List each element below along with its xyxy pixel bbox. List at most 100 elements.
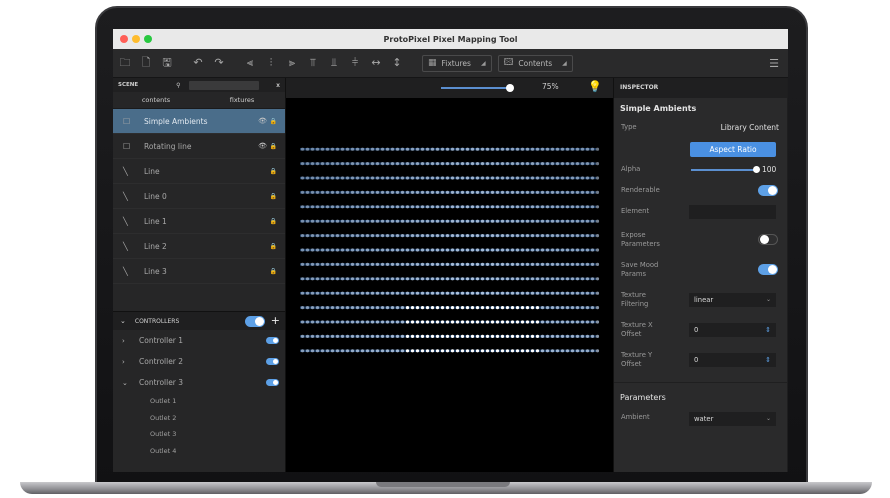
led-pixel <box>465 349 470 353</box>
texture-x-input[interactable]: 0 ⇕ <box>689 323 776 337</box>
ambient-select[interactable]: water ⌄ <box>689 412 776 426</box>
led-pixel <box>430 291 435 295</box>
distribute-horizontal-icon[interactable]: ↔ <box>370 57 382 69</box>
stepper-icon[interactable]: ⇕ <box>765 353 771 367</box>
alpha-slider-handle[interactable] <box>753 166 760 173</box>
chevron-right-icon[interactable]: › <box>122 337 132 345</box>
led-pixel <box>320 306 325 310</box>
controller-label: Controller 3 <box>139 378 184 387</box>
led-pixel <box>470 205 475 209</box>
zoom-slider-track[interactable] <box>441 87 513 89</box>
led-pixel <box>475 176 480 180</box>
align-top-icon[interactable]: ⫪ <box>307 57 319 69</box>
undo-icon[interactable]: ↶ <box>192 57 204 69</box>
lock-icon[interactable]: 🔒 <box>270 193 277 200</box>
led-pixel <box>440 190 445 194</box>
outlet-item[interactable]: Outlet 1 <box>113 393 285 410</box>
chevron-right-icon[interactable]: › <box>122 358 132 366</box>
lock-icon[interactable]: 🔒 <box>270 243 277 250</box>
maximize-window-button[interactable] <box>144 35 152 43</box>
led-pixel <box>440 248 445 252</box>
lock-icon[interactable]: 🔒 <box>270 143 277 150</box>
add-controller-icon[interactable]: + <box>271 314 280 327</box>
tab-contents[interactable]: contents <box>113 92 199 108</box>
lock-icon[interactable]: 🔒 <box>270 268 277 275</box>
led-pixel <box>500 349 505 353</box>
save-mood-toggle[interactable] <box>758 264 778 275</box>
zoom-slider-handle[interactable] <box>506 84 514 92</box>
viewport[interactable]: 75% 💡 <box>286 78 613 472</box>
controller-item[interactable]: › Controller 1 <box>113 330 285 351</box>
led-pixel <box>540 248 545 252</box>
lock-icon[interactable]: 🔒 <box>270 118 277 125</box>
led-pixel <box>520 334 525 338</box>
align-left-icon[interactable]: ⫷ <box>244 57 256 69</box>
aspect-ratio-button[interactable]: Aspect Ratio <box>690 142 776 157</box>
texture-filtering-select[interactable]: linear ⌄ <box>689 293 776 307</box>
scene-item[interactable]: ╲ Line 🔒 <box>113 159 285 184</box>
led-pixel <box>560 162 565 166</box>
led-pixel <box>515 176 520 180</box>
scene-item[interactable]: ╲ Line 2 🔒 <box>113 234 285 259</box>
led-pixel <box>370 334 375 338</box>
clear-search-icon[interactable]: x <box>276 82 280 89</box>
open-folder-icon[interactable]: 🗀 <box>119 57 131 69</box>
controller-toggle[interactable] <box>266 337 279 344</box>
led-pixel <box>555 277 560 281</box>
controllers-header[interactable]: ⌄ CONTROLLERS + <box>113 311 285 330</box>
close-window-button[interactable] <box>120 35 128 43</box>
led-pixel <box>515 349 520 353</box>
outlet-item[interactable]: Outlet 3 <box>113 426 285 443</box>
led-pixel <box>300 262 305 266</box>
expose-parameters-toggle[interactable] <box>758 234 778 245</box>
texture-y-input[interactable]: 0 ⇕ <box>689 353 776 367</box>
renderable-toggle[interactable] <box>758 185 778 196</box>
tab-fixtures[interactable]: fixtures <box>199 92 285 108</box>
scene-item[interactable]: ☐ Rotating line 👁 🔒 <box>113 134 285 159</box>
led-pixel <box>430 262 435 266</box>
visibility-icon[interactable]: 👁 <box>258 142 267 150</box>
fixtures-dropdown[interactable]: ▦ Fixtures ◢ <box>422 54 492 72</box>
visibility-icon[interactable]: 👁 <box>258 117 267 125</box>
led-pixel <box>445 234 450 238</box>
align-center-icon[interactable]: ⫶ <box>265 57 277 69</box>
led-pixel <box>560 306 565 310</box>
settings-sliders-icon[interactable]: ☰ <box>769 57 779 70</box>
controller-toggle[interactable] <box>266 379 279 386</box>
scene-item[interactable]: ☐ Simple Ambients 👁 🔒 <box>113 109 285 134</box>
scene-item[interactable]: ╲ Line 3 🔒 <box>113 259 285 284</box>
led-pixel <box>395 176 400 180</box>
led-pixel <box>375 219 380 223</box>
align-bottom-icon[interactable]: ⫩ <box>349 57 361 69</box>
align-middle-icon[interactable]: ⫫ <box>328 57 340 69</box>
controller-item[interactable]: ⌄ Controller 3 <box>113 372 285 393</box>
alpha-slider-track[interactable] <box>691 169 755 171</box>
led-pixel <box>405 320 410 324</box>
save-icon[interactable]: 🖫 <box>161 57 173 69</box>
redo-icon[interactable]: ↷ <box>213 57 225 69</box>
distribute-vertical-icon[interactable]: ↕ <box>391 57 403 69</box>
led-pixel <box>490 219 495 223</box>
controller-toggle[interactable] <box>266 358 279 365</box>
lightbulb-icon[interactable]: 💡 <box>588 80 602 93</box>
stepper-icon[interactable]: ⇕ <box>765 323 771 337</box>
led-pixel <box>520 234 525 238</box>
new-file-icon[interactable]: 🗋 <box>140 57 152 69</box>
lock-icon[interactable]: 🔒 <box>270 218 277 225</box>
chevron-down-icon[interactable]: ⌄ <box>122 379 132 387</box>
minimize-window-button[interactable] <box>132 35 140 43</box>
scene-item[interactable]: ╲ Line 0 🔒 <box>113 184 285 209</box>
controllers-toggle[interactable] <box>245 316 265 327</box>
controller-item[interactable]: › Controller 2 <box>113 351 285 372</box>
contents-dropdown[interactable]: 🖾 Contents ◢ <box>497 54 573 72</box>
outlet-item[interactable]: Outlet 2 <box>113 410 285 427</box>
align-right-icon[interactable]: ⫸ <box>286 57 298 69</box>
scene-search-input[interactable] <box>188 80 259 90</box>
element-field[interactable] <box>689 205 776 219</box>
led-pixel <box>305 190 310 194</box>
led-pixel <box>575 349 580 353</box>
outlet-item[interactable]: Outlet 4 <box>113 443 285 460</box>
scene-item[interactable]: ╲ Line 1 🔒 <box>113 209 285 234</box>
alpha-value: 100 <box>762 165 777 174</box>
lock-icon[interactable]: 🔒 <box>270 168 277 175</box>
